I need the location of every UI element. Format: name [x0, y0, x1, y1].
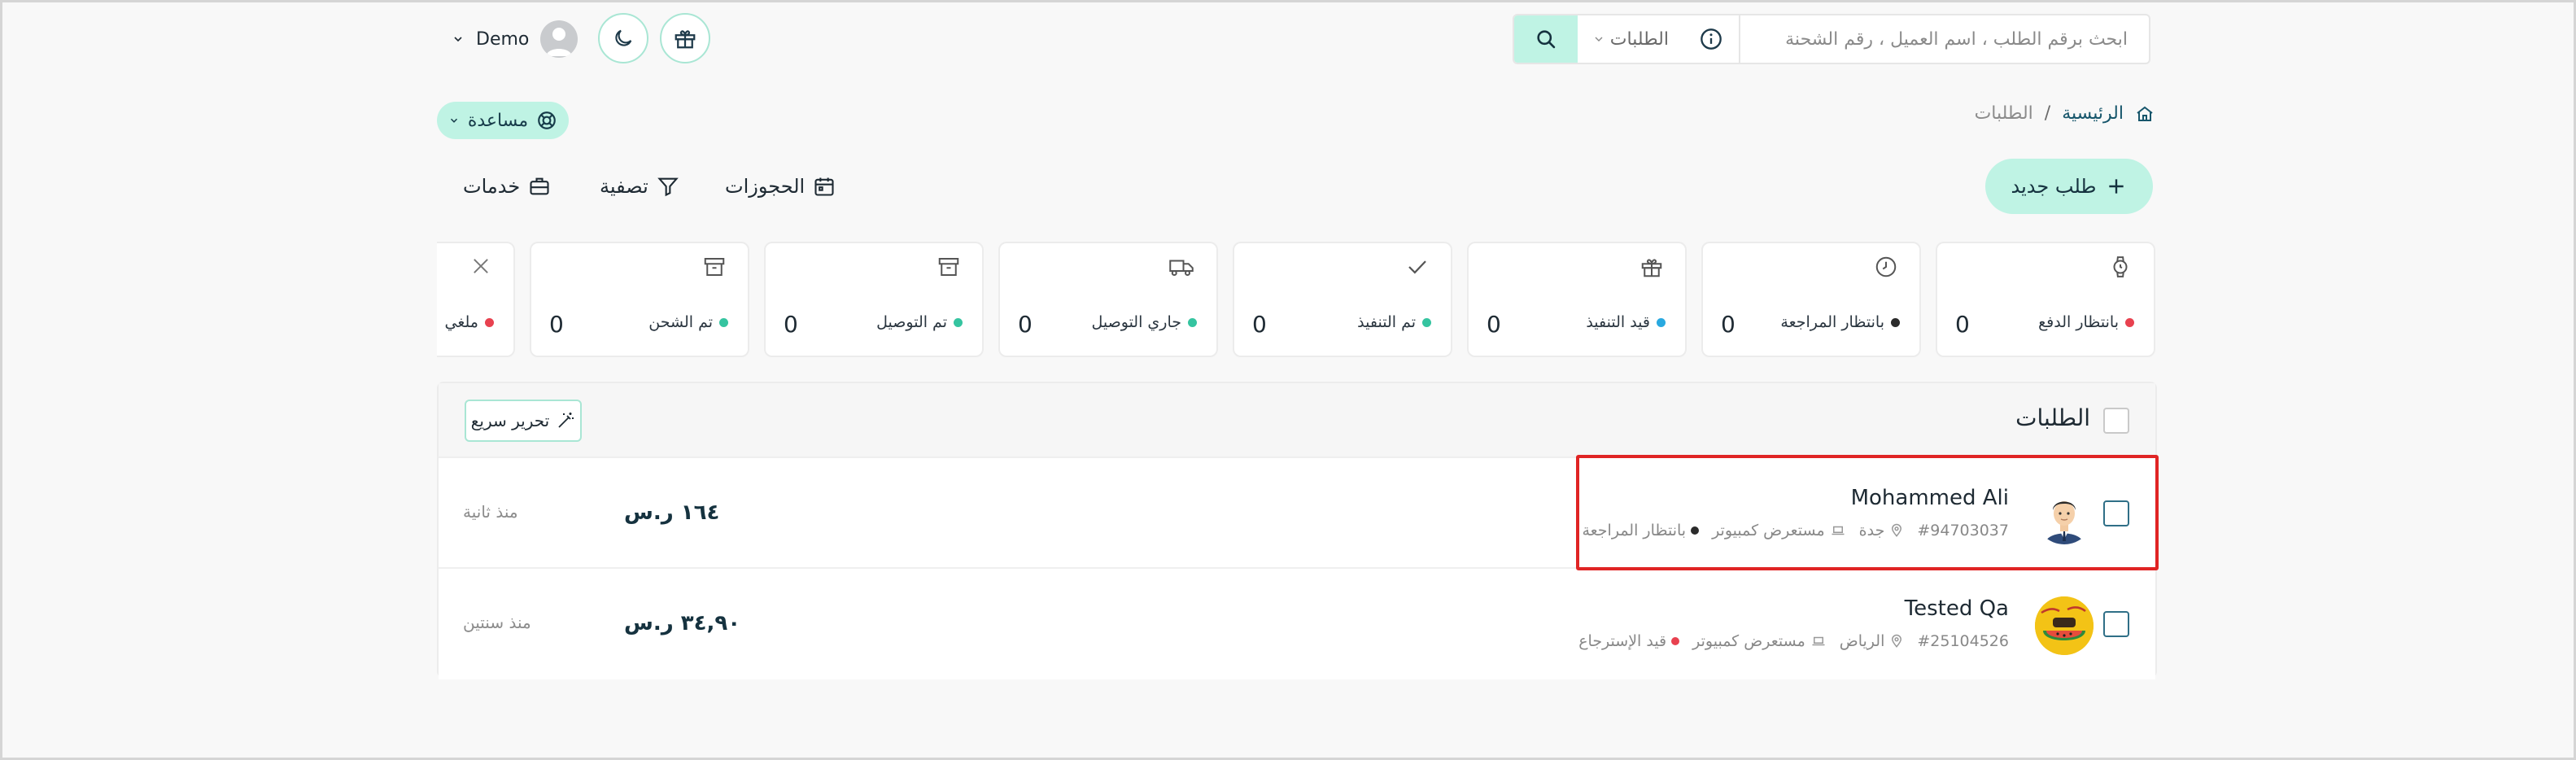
- order-id: #94703037: [1917, 522, 2009, 539]
- order-source: مستعرض كمبيوتر: [1692, 632, 1805, 650]
- laptop-icon: [1832, 526, 1845, 535]
- status-card-out-for-delivery[interactable]: جاري التوصيل 0: [998, 242, 1218, 357]
- app-frame: الطلبات Demo الرئيسية / الطلبات مساعدة ط…: [0, 0, 2576, 760]
- status-dot: [1891, 317, 1900, 327]
- order-row[interactable]: Mohammed Ali #94703037 جدة مستعرض كمبيوت…: [439, 458, 2155, 569]
- order-row[interactable]: Tested Qa #25104526 الرياض مستعرض كمبيوت…: [439, 569, 2155, 679]
- order-meta: #94703037 جدة مستعرض كمبيوتر بانتظار الم…: [1582, 522, 2009, 539]
- location-pin-icon: [1892, 634, 1902, 648]
- laptop-icon: [1812, 636, 1825, 646]
- status-dot: [485, 317, 494, 327]
- order-checkbox[interactable]: [2103, 611, 2129, 637]
- gift-icon: [1641, 259, 1662, 277]
- order-price: ١٦٤ ر.س: [624, 500, 720, 525]
- status-count: 0: [549, 311, 564, 338]
- status-card-delivered[interactable]: تم التوصيل 0: [764, 242, 984, 357]
- order-source: مستعرض كمبيوتر: [1712, 522, 1825, 539]
- check-icon: [1408, 260, 1426, 274]
- status-count: 0: [1721, 311, 1736, 338]
- status-count: 0: [784, 311, 798, 338]
- status-label: بانتظار المراجعة: [1780, 313, 1884, 331]
- location-pin-icon: [1892, 523, 1902, 537]
- watch-icon: [2113, 256, 2128, 277]
- customer-avatar: [2035, 486, 2094, 544]
- status-dot: [719, 317, 728, 327]
- order-status: قيد الإسترجاع: [1578, 632, 1667, 650]
- status-count: 0: [1018, 311, 1033, 338]
- customer-name[interactable]: Mohammed Ali: [1851, 486, 2009, 510]
- status-dot: [954, 317, 963, 327]
- order-id: #25104526: [1917, 632, 2009, 650]
- order-price: ٣٤,٩٠ ر.س: [624, 611, 741, 636]
- status-card-in-progress[interactable]: قيد التنفيذ 0: [1467, 242, 1687, 357]
- status-card-awaiting-review[interactable]: بانتظار المراجعة 0: [1701, 242, 1921, 357]
- status-card-shipped[interactable]: تم الشحن 0: [530, 242, 749, 357]
- status-dot: [1422, 317, 1431, 327]
- status-dot: [1657, 317, 1666, 327]
- status-label: تم الشحن: [648, 313, 713, 331]
- status-dot: [1188, 317, 1197, 327]
- status-label: بانتظار الدفع: [2038, 313, 2119, 331]
- order-city: جدة: [1858, 522, 1885, 539]
- select-all-checkbox[interactable]: [2103, 408, 2129, 434]
- status-label: جاري التوصيل: [1091, 313, 1182, 331]
- order-status-dot: [1671, 637, 1680, 645]
- status-label: ملغي: [444, 313, 478, 331]
- status-count: 0: [1487, 311, 1501, 338]
- customer-name[interactable]: Tested Qa: [1905, 596, 2009, 621]
- orders-panel-header: الطلبات تحرير سريع: [439, 383, 2155, 458]
- archive-icon: [704, 258, 725, 276]
- close-icon: [474, 259, 488, 273]
- orders-panel: الطلبات تحرير سريع Mohammed Ali #9470303…: [437, 382, 2157, 679]
- status-dot: [2125, 317, 2134, 327]
- status-label: تم التوصيل: [876, 313, 947, 331]
- truck-icon: [1169, 260, 1194, 276]
- status-card-cancelled[interactable]: ملغي: [437, 242, 515, 357]
- clock-icon: [1875, 256, 1897, 277]
- status-label: قيد التنفيذ: [1586, 313, 1650, 331]
- status-count: 0: [1955, 311, 1970, 338]
- status-label: تم التنفيذ: [1357, 313, 1416, 331]
- status-card-completed[interactable]: تم التنفيذ 0: [1233, 242, 1452, 357]
- order-time: منذ ثانية: [463, 502, 518, 522]
- order-checkbox[interactable]: [2103, 500, 2129, 526]
- order-status-dot: [1691, 526, 1700, 535]
- quick-edit-label: تحرير سريع: [470, 411, 550, 430]
- order-city: الرياض: [1839, 632, 1885, 650]
- order-meta: #25104526 الرياض مستعرض كمبيوتر قيد الإس…: [1578, 632, 2009, 650]
- status-count: 0: [1252, 311, 1267, 338]
- customer-avatar: [2035, 596, 2094, 655]
- archive-icon: [938, 258, 959, 276]
- order-status: بانتظار المراجعة: [1582, 522, 1687, 539]
- quick-edit-button[interactable]: تحرير سريع: [465, 400, 582, 442]
- magic-wand-icon: [558, 413, 574, 428]
- order-time: منذ سنتين: [463, 613, 531, 632]
- orders-panel-title: الطلبات: [2015, 404, 2090, 431]
- status-card-awaiting-payment[interactable]: بانتظار الدفع 0: [1936, 242, 2155, 357]
